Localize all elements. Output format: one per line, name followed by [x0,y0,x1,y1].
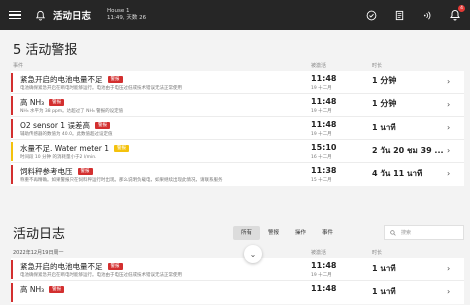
page-title: 活动日志 [53,11,92,22]
alert-date: 15 十二月 [311,178,332,183]
filter-events[interactable]: 事件 [314,226,341,240]
alert-name: 水量不足. Water meter 1 [20,144,110,153]
chevron-right-icon[interactable]: › [447,287,450,296]
alert-name: 饲料秤参考电压 [20,167,73,176]
alarm-tag: 警报 [77,168,93,175]
alarm-tag: 警报 [94,122,110,129]
chevron-right-icon[interactable]: › [447,146,450,155]
bell-icon [35,10,46,21]
log-duration: 1 นาที [372,287,396,296]
alert-description: 辅助传感器的数值为 40.0。此数值超过设定值 [20,132,113,137]
search-input[interactable]: 搜索 [384,225,464,240]
alert-time: 11:48 [311,97,337,106]
chevron-right-icon[interactable]: › [447,169,450,178]
alert-row[interactable]: O2 sensor 1 误差高 警报 辅助传感器的数值为 40.0。此数值超过设定… [11,117,464,140]
alert-name: O2 sensor 1 误差高 [20,121,90,130]
severity-bar [11,165,13,184]
alert-duration: 4 วัน 11 นาที [372,169,423,178]
log-time: 11:48 [311,284,337,293]
alert-description: NH₃ 水平为 38 ppm。达超过了 NH₃ 警报的设定值 [20,109,124,114]
log-row[interactable]: 高 NH₃ 警报 11:48 1 นาที › [11,281,464,304]
alert-description: 称重不再精确。如果警报只在饲料秤运行时出现。那么说明负载电，如果继续出现此情况，… [20,178,223,183]
log-time: 11:48 [311,261,337,270]
chevron-down-icon: ⌄ [249,249,257,259]
log-col-triggered: 被激活 [311,250,327,256]
chevron-right-icon[interactable]: › [447,100,450,109]
log-col-duration: 时长 [372,250,383,256]
log-name: 高 NH₃ [20,285,45,294]
house-name: House 1 [107,8,130,14]
alert-time: 15:10 [311,143,337,152]
alerts-title: 5 活动警报 [13,43,78,58]
alert-time: 11:48 [311,120,337,129]
search-icon [390,229,396,236]
severity-bar [11,142,13,161]
log-name: 紧急开启的电池电量不足 [20,262,103,271]
alarm-tag: 警报 [49,286,65,293]
filter-alarms[interactable]: 警报 [260,226,287,240]
document-icon[interactable] [392,8,406,22]
alert-description: 时间段 10 分钟 的消耗量小于2 l/min. [20,155,97,160]
alerts-list: 紧急开启的电池电量不足 警报 电池确保紧急开启在断电时能够运行。电池由于电压过低或… [11,71,464,186]
col-header-triggered: 被激活 [311,63,327,69]
alarm-tag: 警报 [49,99,65,106]
alert-duration: 1 分钟 [372,76,397,85]
warning-tag: 警报 [114,145,130,152]
search-placeholder: 搜索 [401,230,412,236]
alert-duration: 1 นาที [372,123,396,132]
log-date: 19 十二月 [311,273,332,278]
alarm-tag: 警报 [107,76,123,83]
alert-duration: 2 วัน 20 ชม 39 ... [372,146,444,155]
chevron-right-icon[interactable]: › [447,123,450,132]
col-header-duration: 时长 [372,63,383,69]
house-selector[interactable]: House 1 11:49, 天数 26 [107,8,146,22]
alert-row[interactable]: 水量不足. Water meter 1 警报 时间段 10 分钟 的消耗量小于2 … [11,140,464,163]
log-duration: 1 นาที [372,264,396,273]
log-filter-tabs: 所有 警报 操作 事件 [233,226,341,240]
check-circle-icon[interactable] [364,8,378,22]
log-date-group: 2022年12月19日周一 [13,250,64,256]
alarm-tag: 警报 [107,263,123,270]
log-row[interactable]: 紧急开启的电池电量不足 警报 电池确保紧急开启在断电时能够运行。电池由于电压过低或… [11,258,464,281]
alert-time: 11:38 [311,166,337,175]
alert-name: 紧急开启的电池电量不足 [20,75,103,84]
menu-icon[interactable] [9,10,21,20]
alert-time: 11:48 [311,74,337,83]
log-description: 电池确保紧急开启在断电时能够运行。电池由于电压过低或技术错误无法正常使用 [20,273,182,278]
severity-bar [11,283,13,302]
signal-icon[interactable] [420,8,434,22]
severity-bar [11,96,13,115]
severity-bar [11,260,13,279]
alert-date: 19 十二月 [311,109,332,114]
notification-badge: 4 [458,5,465,12]
log-title: 活动日志 [13,227,66,242]
scroll-down-button[interactable]: ⌄ [244,245,262,263]
alert-date: 16 十二月 [311,155,332,160]
alert-date: 19 十二月 [311,86,332,91]
alert-date: 19 十二月 [311,132,332,137]
alarm-bell-icon[interactable]: 4 [448,5,465,22]
col-header-event: 事件 [13,63,24,69]
alert-row[interactable]: 紧急开启的电池电量不足 警报 电池确保紧急开启在断电时能够运行。电池由于电压过低或… [11,71,464,94]
alert-row[interactable]: 高 NH₃ 警报 NH₃ 水平为 38 ppm。达超过了 NH₃ 警报的设定值 1… [11,94,464,117]
top-bar: 活动日志 House 1 11:49, 天数 26 4 [0,0,470,30]
chevron-right-icon[interactable]: › [447,264,450,273]
alert-row[interactable]: 饲料秤参考电压 警报 称重不再精确。如果警报只在饲料秤运行时出现。那么说明负载电，… [11,163,464,186]
chevron-right-icon[interactable]: › [447,77,450,86]
alert-name: 高 NH₃ [20,98,45,107]
log-list: 紧急开启的电池电量不足 警报 电池确保紧急开启在断电时能够运行。电池由于电压过低或… [11,258,464,304]
filter-operations[interactable]: 操作 [287,226,314,240]
severity-bar [11,73,13,92]
filter-all[interactable]: 所有 [233,226,261,240]
alert-description: 电池确保紧急开启在断电时能够运行。电池由于电压过低或技术错误无法正常使用 [20,86,182,91]
alert-duration: 1 分钟 [372,99,397,108]
severity-bar [11,119,13,138]
house-subtitle: 11:49, 天数 26 [107,15,147,21]
